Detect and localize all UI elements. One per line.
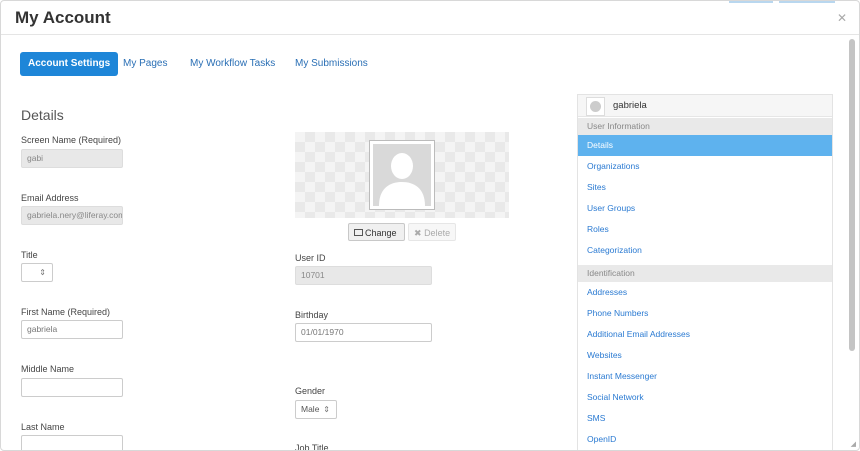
email-input[interactable]: gabriela.nery@liferay.com <box>21 206 123 225</box>
email-label: Email Address <box>21 193 79 203</box>
gender-select[interactable]: Male ⇕ <box>295 400 337 419</box>
group-user-information: User Information <box>578 118 832 135</box>
sidebar-item-social-network[interactable]: Social Network <box>578 387 832 408</box>
dialog-header: My Account ✕ <box>1 1 859 35</box>
job-title-label: Job Title <box>295 443 329 451</box>
user-portrait <box>369 140 435 210</box>
sidebar-item-roles[interactable]: Roles <box>578 219 832 240</box>
first-name-input[interactable]: gabriela <box>21 320 123 339</box>
sidebar-username: gabriela <box>613 100 647 111</box>
sidebar-item-addresses[interactable]: Addresses <box>578 282 832 303</box>
image-icon <box>354 229 363 237</box>
delete-portrait-label: Delete <box>424 228 451 238</box>
middle-name-label: Middle Name <box>21 364 75 374</box>
scrollbar-thumb[interactable] <box>849 39 855 351</box>
sidebar-item-details[interactable]: Details <box>578 135 832 156</box>
sidebar-item-additional-email-addresses[interactable]: Additional Email Addresses <box>578 324 832 345</box>
sidebar-item-websites[interactable]: Websites <box>578 345 832 366</box>
tab-my-workflow-tasks[interactable]: My Workflow Tasks <box>190 52 275 76</box>
last-name-input[interactable] <box>21 435 123 450</box>
user-id-input[interactable]: 10701 <box>295 266 432 285</box>
dialog-title: My Account <box>15 8 111 27</box>
screen-name-label: Screen Name (Required) <box>21 135 122 145</box>
birthday-input[interactable]: 01/01/1970 <box>295 323 432 342</box>
background-fragment <box>779 1 835 3</box>
middle-name-input[interactable] <box>21 378 123 397</box>
close-icon[interactable]: ✕ <box>837 11 847 25</box>
delete-portrait-button[interactable]: ✖ Delete <box>408 223 456 241</box>
change-portrait-button[interactable]: Change <box>348 223 405 241</box>
gender-select-value: Male <box>301 404 320 414</box>
sidebar-item-organizations[interactable]: Organizations <box>578 156 832 177</box>
sidebar-item-categorization[interactable]: Categorization <box>578 240 832 261</box>
sidebar-item-user-groups[interactable]: User Groups <box>578 198 832 219</box>
sidebar-item-openid[interactable]: OpenID <box>578 429 832 450</box>
tab-my-submissions[interactable]: My Submissions <box>295 52 368 76</box>
section-title: Details <box>21 107 64 123</box>
screen-name-input[interactable]: gabi <box>21 149 123 168</box>
change-portrait-label: Change <box>365 228 397 238</box>
background-fragment <box>729 1 773 3</box>
delete-x-icon: ✖ <box>414 228 422 238</box>
last-name-label: Last Name <box>21 422 65 432</box>
sidebar-item-phone-numbers[interactable]: Phone Numbers <box>578 303 832 324</box>
sidebar-user-header: gabriela <box>578 95 832 117</box>
gender-label: Gender <box>295 386 326 396</box>
user-id-label: User ID <box>295 253 326 263</box>
first-name-label: First Name (Required) <box>21 307 111 317</box>
tab-my-pages[interactable]: My Pages <box>123 52 167 76</box>
select-arrows-icon: ⇕ <box>39 268 46 277</box>
tab-account-settings[interactable]: Account Settings <box>20 52 119 76</box>
vertical-scrollbar[interactable] <box>847 37 857 449</box>
sidebar-item-instant-messenger[interactable]: Instant Messenger <box>578 366 832 387</box>
my-account-dialog: My Account ✕ Account Settings My Pages M… <box>0 0 860 451</box>
sidebar-item-sites[interactable]: Sites <box>578 177 832 198</box>
select-arrows-icon: ⇕ <box>323 405 330 414</box>
default-avatar-icon <box>379 153 425 206</box>
title-select[interactable]: ⇕ <box>21 263 53 282</box>
account-sidebar: gabriela User Information Details Organi… <box>577 94 833 450</box>
birthday-label: Birthday <box>295 310 329 320</box>
title-label: Title <box>21 250 38 260</box>
group-identification: Identification <box>578 265 832 282</box>
avatar <box>586 97 605 116</box>
resize-grip-icon[interactable]: ◢ <box>851 440 856 448</box>
sidebar-item-sms[interactable]: SMS <box>578 408 832 429</box>
